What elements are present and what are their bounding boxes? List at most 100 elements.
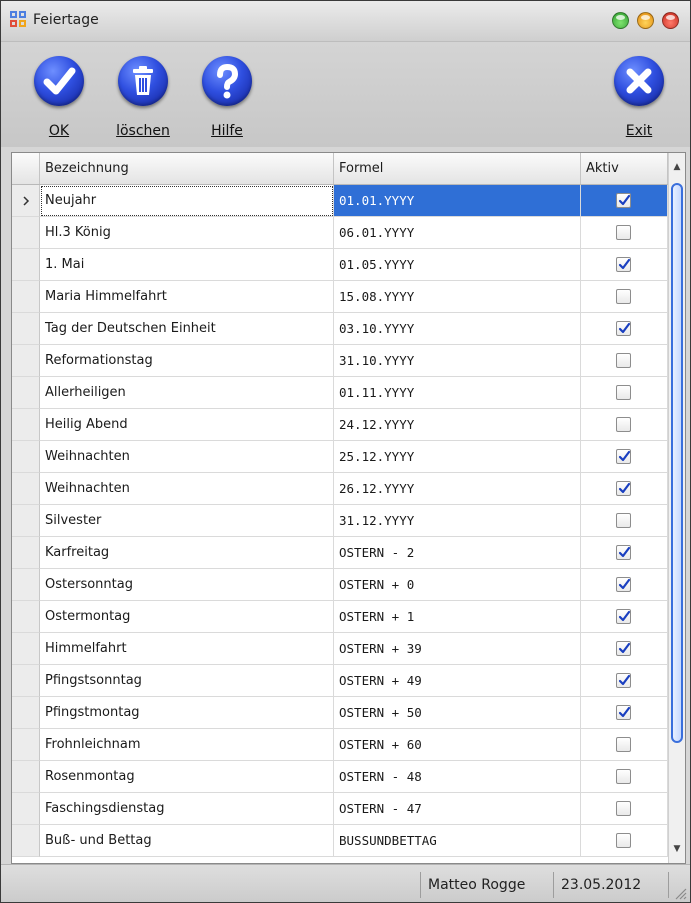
row-indicator[interactable] bbox=[12, 793, 40, 825]
row-indicator[interactable] bbox=[12, 665, 40, 697]
row-indicator[interactable] bbox=[12, 441, 40, 473]
aktiv-checkbox[interactable] bbox=[616, 737, 631, 752]
cell-bezeichnung[interactable]: Hl.3 König bbox=[40, 217, 334, 249]
row-indicator[interactable] bbox=[12, 825, 40, 857]
cell-bezeichnung[interactable]: Buß- und Bettag bbox=[40, 825, 334, 857]
aktiv-checkbox[interactable] bbox=[616, 257, 631, 272]
aktiv-checkbox[interactable] bbox=[616, 481, 631, 496]
cell-formel[interactable]: OSTERN + 49 bbox=[334, 665, 581, 697]
cell-formel[interactable]: 06.01.YYYY bbox=[334, 217, 581, 249]
cell-bezeichnung[interactable]: Weihnachten bbox=[40, 473, 334, 505]
row-indicator[interactable] bbox=[12, 249, 40, 281]
cell-formel[interactable]: 01.01.YYYY bbox=[334, 185, 581, 217]
aktiv-checkbox[interactable] bbox=[616, 225, 631, 240]
table-row[interactable]: Faschingsdienstag OSTERN - 47 bbox=[12, 793, 668, 825]
cell-bezeichnung[interactable]: Pfingstmontag bbox=[40, 697, 334, 729]
help-button[interactable]: Hilfe bbox=[192, 56, 262, 146]
cell-formel[interactable]: 01.11.YYYY bbox=[334, 377, 581, 409]
aktiv-checkbox[interactable] bbox=[616, 609, 631, 624]
cell-formel[interactable]: OSTERN - 47 bbox=[334, 793, 581, 825]
row-indicator[interactable] bbox=[12, 537, 40, 569]
row-indicator[interactable] bbox=[12, 217, 40, 249]
cell-bezeichnung[interactable]: Pfingstsonntag bbox=[40, 665, 334, 697]
aktiv-checkbox[interactable] bbox=[616, 353, 631, 368]
cell-bezeichnung[interactable]: Frohnleichnam bbox=[40, 729, 334, 761]
table-row[interactable]: Weihnachten 25.12.YYYY bbox=[12, 441, 668, 473]
table-row[interactable]: Ostersonntag OSTERN + 0 bbox=[12, 569, 668, 601]
aktiv-checkbox[interactable] bbox=[616, 449, 631, 464]
table-row[interactable]: Himmelfahrt OSTERN + 39 bbox=[12, 633, 668, 665]
cell-formel[interactable]: BUSSUNDBETTAG bbox=[334, 825, 581, 857]
cell-formel[interactable]: OSTERN - 48 bbox=[334, 761, 581, 793]
table-row[interactable]: Rosenmontag OSTERN - 48 bbox=[12, 761, 668, 793]
maximize-button[interactable] bbox=[637, 12, 654, 29]
cell-bezeichnung[interactable]: Allerheiligen bbox=[40, 377, 334, 409]
aktiv-checkbox[interactable] bbox=[616, 801, 631, 816]
row-indicator[interactable] bbox=[12, 313, 40, 345]
cell-formel[interactable]: OSTERN + 50 bbox=[334, 697, 581, 729]
minimize-button[interactable] bbox=[612, 12, 629, 29]
cell-formel[interactable]: 31.12.YYYY bbox=[334, 505, 581, 537]
table-row[interactable]: Frohnleichnam OSTERN + 60 bbox=[12, 729, 668, 761]
row-indicator[interactable] bbox=[12, 185, 40, 217]
table-row[interactable]: Weihnachten 26.12.YYYY bbox=[12, 473, 668, 505]
row-indicator[interactable] bbox=[12, 505, 40, 537]
row-indicator[interactable] bbox=[12, 377, 40, 409]
cell-bezeichnung[interactable]: Ostermontag bbox=[40, 601, 334, 633]
table-row[interactable]: Heilig Abend 24.12.YYYY bbox=[12, 409, 668, 441]
row-indicator[interactable] bbox=[12, 761, 40, 793]
cell-formel[interactable]: OSTERN - 2 bbox=[334, 537, 581, 569]
aktiv-checkbox[interactable] bbox=[616, 673, 631, 688]
exit-button[interactable]: Exit bbox=[604, 56, 674, 146]
cell-bezeichnung[interactable]: 1. Mai bbox=[40, 249, 334, 281]
row-indicator[interactable] bbox=[12, 729, 40, 761]
table-row[interactable]: Tag der Deutschen Einheit 03.10.YYYY bbox=[12, 313, 668, 345]
aktiv-checkbox[interactable] bbox=[616, 513, 631, 528]
row-indicator[interactable] bbox=[12, 569, 40, 601]
cell-formel[interactable]: OSTERN + 60 bbox=[334, 729, 581, 761]
aktiv-checkbox[interactable] bbox=[616, 577, 631, 592]
table-row[interactable]: Buß- und Bettag BUSSUNDBETTAG bbox=[12, 825, 668, 857]
cell-formel[interactable]: 31.10.YYYY bbox=[334, 345, 581, 377]
scrollbar-thumb[interactable] bbox=[671, 183, 683, 743]
cell-bezeichnung[interactable]: Ostersonntag bbox=[40, 569, 334, 601]
cell-formel[interactable]: 01.05.YYYY bbox=[334, 249, 581, 281]
table-row[interactable]: Ostermontag OSTERN + 1 bbox=[12, 601, 668, 633]
table-row[interactable]: Neujahr 01.01.YYYY bbox=[12, 185, 668, 217]
ok-button[interactable]: OK bbox=[24, 56, 94, 146]
cell-bezeichnung[interactable]: Neujahr bbox=[40, 185, 334, 217]
aktiv-checkbox[interactable] bbox=[616, 385, 631, 400]
cell-bezeichnung[interactable]: Himmelfahrt bbox=[40, 633, 334, 665]
aktiv-checkbox[interactable] bbox=[616, 641, 631, 656]
cell-formel[interactable]: 03.10.YYYY bbox=[334, 313, 581, 345]
cell-formel[interactable]: 24.12.YYYY bbox=[334, 409, 581, 441]
cell-bezeichnung[interactable]: Weihnachten bbox=[40, 441, 334, 473]
close-button[interactable] bbox=[662, 12, 679, 29]
row-indicator[interactable] bbox=[12, 409, 40, 441]
cell-bezeichnung[interactable]: Silvester bbox=[40, 505, 334, 537]
aktiv-checkbox[interactable] bbox=[616, 417, 631, 432]
table-row[interactable]: Silvester 31.12.YYYY bbox=[12, 505, 668, 537]
column-header-formel[interactable]: Formel bbox=[334, 153, 581, 184]
table-row[interactable]: Maria Himmelfahrt 15.08.YYYY bbox=[12, 281, 668, 313]
aktiv-checkbox[interactable] bbox=[616, 193, 631, 208]
row-indicator[interactable] bbox=[12, 601, 40, 633]
scroll-up-arrow-icon[interactable]: ▲ bbox=[669, 157, 685, 177]
cell-bezeichnung[interactable]: Maria Himmelfahrt bbox=[40, 281, 334, 313]
row-indicator[interactable] bbox=[12, 697, 40, 729]
cell-bezeichnung[interactable]: Karfreitag bbox=[40, 537, 334, 569]
column-header-aktiv[interactable]: Aktiv bbox=[581, 153, 668, 184]
aktiv-checkbox[interactable] bbox=[616, 321, 631, 336]
cell-formel[interactable]: OSTERN + 1 bbox=[334, 601, 581, 633]
aktiv-checkbox[interactable] bbox=[616, 769, 631, 784]
cell-formel[interactable]: 15.08.YYYY bbox=[334, 281, 581, 313]
aktiv-checkbox[interactable] bbox=[616, 289, 631, 304]
table-row[interactable]: Pfingstmontag OSTERN + 50 bbox=[12, 697, 668, 729]
row-indicator[interactable] bbox=[12, 345, 40, 377]
cell-bezeichnung[interactable]: Tag der Deutschen Einheit bbox=[40, 313, 334, 345]
column-header-bezeichnung[interactable]: Bezeichnung bbox=[40, 153, 334, 184]
vertical-scrollbar[interactable]: ▲ ▼ bbox=[668, 153, 685, 863]
table-row[interactable]: Karfreitag OSTERN - 2 bbox=[12, 537, 668, 569]
delete-button[interactable]: löschen bbox=[108, 56, 178, 146]
aktiv-checkbox[interactable] bbox=[616, 833, 631, 848]
